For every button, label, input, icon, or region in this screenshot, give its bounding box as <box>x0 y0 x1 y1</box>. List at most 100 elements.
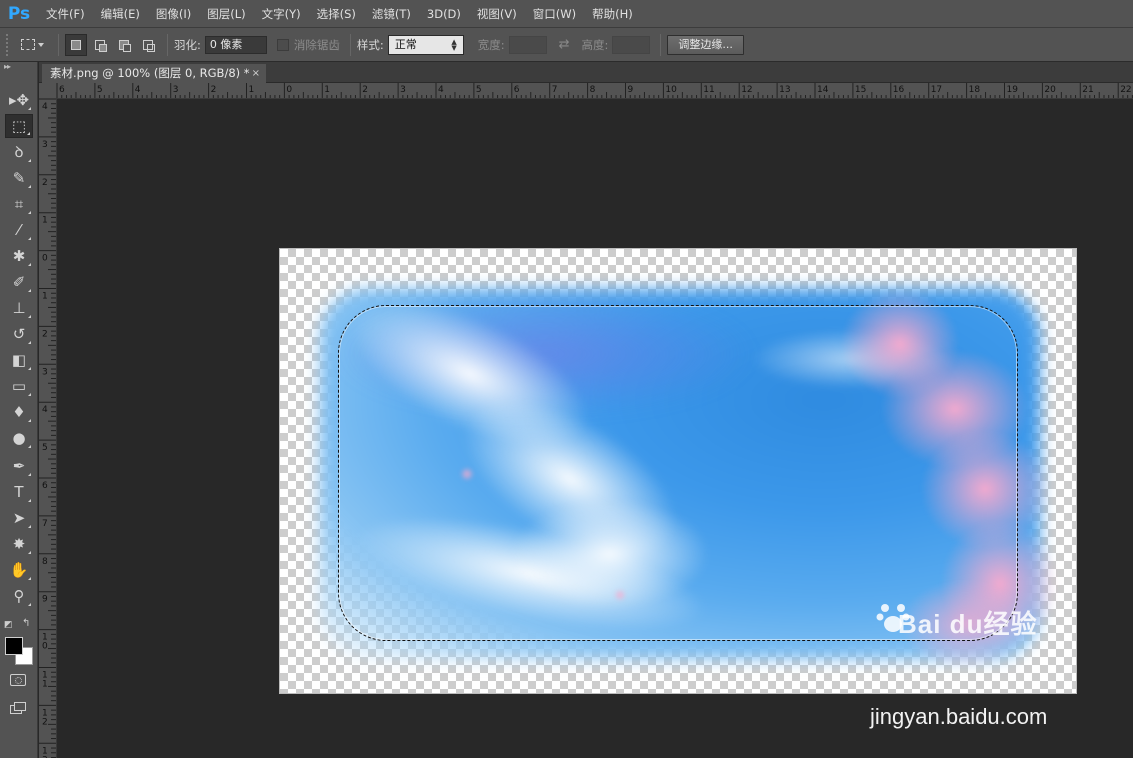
style-select[interactable]: 正常 ▲ ▼ <box>387 34 464 55</box>
dodge-tool[interactable]: ● <box>5 426 33 450</box>
menu-type[interactable]: 文字(Y) <box>254 0 309 28</box>
default-colors-icon[interactable]: ◩ <box>4 620 13 630</box>
history-brush-tool[interactable]: ↺ <box>5 322 33 346</box>
refine-edge-button[interactable]: 调整边缘... <box>667 34 744 55</box>
tools-panel: ▸▸ ▸✥ ⬚ ꝺ ✎ ⌗ ⁄ ✱ ✐ ⊥ ↺ ◧ ▭ ♦ ● ✒ T ➤ ✸ ✋ ⚲ ◩ ↰ <box>0 62 38 758</box>
ruler-label: 1 <box>42 680 48 690</box>
antialias-checkbox[interactable] <box>276 38 289 51</box>
height-input[interactable] <box>612 35 651 54</box>
tool-flyout-indicator <box>28 107 31 110</box>
feather-input[interactable]: 0 像素 <box>204 35 267 54</box>
tool-preset-picker[interactable] <box>12 33 52 57</box>
tool-flyout-indicator <box>28 185 31 188</box>
brush-tool[interactable]: ✐ <box>5 270 33 294</box>
subtract-from-selection-button[interactable] <box>113 34 135 56</box>
divider <box>349 33 351 56</box>
menu-filter[interactable]: 滤镜(T) <box>364 0 419 28</box>
ruler-label: 1 <box>42 216 48 226</box>
ruler-label: 13 <box>779 85 790 95</box>
ruler-label: 2 <box>42 178 48 188</box>
horizontal-ruler[interactable]: 6 5 4 3 2 1 0 1 2 3 4 5 6 7 8 9 10 11 12 13 14 15 16 17 18 19 20 21… <box>57 83 1133 99</box>
divider <box>58 33 59 56</box>
rectangular-marquee-tool[interactable]: ⬚ <box>5 114 33 138</box>
tool-flyout-indicator <box>28 211 31 214</box>
hand-tool[interactable]: ✋ <box>5 558 33 582</box>
menu-bar: Ps 文件(F) 编辑(E) 图像(I) 图层(L) 文字(Y) 选择(S) 滤… <box>0 0 1133 28</box>
quick-mask-button[interactable] <box>10 674 26 686</box>
ruler-label: 0 <box>42 254 48 264</box>
tool-flyout-indicator <box>28 499 31 502</box>
foreground-color-swatch[interactable] <box>5 637 23 655</box>
healing-brush-tool[interactable]: ✱ <box>5 244 33 268</box>
zoom-tool[interactable]: ⚲ <box>5 584 33 608</box>
ruler-label: 1 <box>249 85 255 95</box>
ruler-label: 9 <box>628 85 634 95</box>
type-tool[interactable]: T <box>5 480 33 504</box>
ruler-label: 3 <box>42 367 48 377</box>
divider <box>167 33 168 56</box>
close-icon[interactable]: × <box>252 64 260 83</box>
ruler-label: 7 <box>42 519 48 529</box>
quick-selection-tool[interactable]: ✎ <box>5 166 33 190</box>
crop-tool[interactable]: ⌗ <box>5 192 33 216</box>
menu-view[interactable]: 视图(V) <box>469 0 525 28</box>
lasso-tool[interactable]: ꝺ <box>5 140 33 164</box>
new-selection-button[interactable] <box>65 33 87 56</box>
move-tool[interactable]: ▸✥ <box>5 88 33 112</box>
tool-flyout-indicator <box>28 393 31 396</box>
menu-3d[interactable]: 3D(D) <box>419 0 469 28</box>
style-label: 样式: <box>356 37 384 52</box>
ruler-label: 21 <box>1082 85 1093 95</box>
tool-flyout-indicator <box>28 419 31 422</box>
style-select-value: 正常 <box>394 37 417 51</box>
width-input[interactable] <box>508 35 547 54</box>
clone-stamp-tool[interactable]: ⊥ <box>5 296 33 320</box>
swap-icon[interactable]: ⇄ <box>559 37 570 52</box>
menu-image[interactable]: 图像(I) <box>148 0 199 28</box>
custom-shape-tool[interactable]: ✸ <box>5 532 33 556</box>
quick-mask-icon <box>14 676 22 684</box>
menu-help[interactable]: 帮助(H) <box>584 0 641 28</box>
path-selection-tool[interactable]: ➤ <box>5 506 33 530</box>
collapse-panel-icon[interactable]: ▸▸ <box>0 62 37 72</box>
tool-flyout-indicator <box>28 263 31 266</box>
width-label: 宽度: <box>477 37 505 52</box>
menu-edit[interactable]: 编辑(E) <box>93 0 148 28</box>
ruler-label: 4 <box>42 102 48 112</box>
swap-colors-icon[interactable]: ↰ <box>22 618 30 629</box>
pen-tool[interactable]: ✒ <box>5 454 33 478</box>
tool-flyout-indicator <box>28 445 31 448</box>
ruler-label: 9 <box>42 595 48 605</box>
marquee-selection[interactable] <box>338 305 1018 641</box>
eyedropper-tool[interactable]: ⁄ <box>5 218 33 242</box>
ruler-label: 1 <box>42 292 48 302</box>
ruler-label: 15 <box>855 85 866 95</box>
blur-tool[interactable]: ♦ <box>5 400 33 424</box>
ruler-label: 11 <box>703 85 714 95</box>
document-tab-title: 素材.png @ 100% (图层 0, RGB/8) * <box>50 66 250 80</box>
ruler-label: 2 <box>42 329 48 339</box>
eraser-tool[interactable]: ◧ <box>5 348 33 372</box>
add-to-selection-button[interactable] <box>89 34 111 56</box>
ruler-label: 8 <box>42 557 48 567</box>
menu-layer[interactable]: 图层(L) <box>199 0 253 28</box>
canvas-area[interactable] <box>58 100 1133 758</box>
options-bar: 羽化: 0 像素 消除锯齿 样式: 正常 ▲ ▼ 宽度: ⇄ 高度: 调整边缘..… <box>0 28 1133 62</box>
tool-flyout-indicator <box>28 315 31 318</box>
menu-window[interactable]: 窗口(W) <box>525 0 584 28</box>
ruler-origin[interactable] <box>39 83 57 99</box>
tool-flyout-indicator <box>28 289 31 292</box>
vertical-ruler[interactable]: 4321012345678910111213 <box>39 99 57 758</box>
menu-file[interactable]: 文件(F) <box>38 0 93 28</box>
menu-select[interactable]: 选择(S) <box>309 0 364 28</box>
watermark-brand: Bai du经验 <box>898 609 1038 639</box>
ruler-label: 4 <box>135 85 141 95</box>
intersect-selection-button[interactable] <box>137 34 159 56</box>
feather-label: 羽化: <box>174 37 201 52</box>
document-tab[interactable]: 素材.png @ 100% (图层 0, RGB/8) * × <box>42 64 266 83</box>
gradient-tool[interactable]: ▭ <box>5 374 33 398</box>
screen-mode-button[interactable] <box>10 702 28 715</box>
tool-flyout-indicator <box>28 603 31 606</box>
tool-flyout-indicator <box>28 159 31 162</box>
tool-flyout-indicator <box>28 577 31 580</box>
